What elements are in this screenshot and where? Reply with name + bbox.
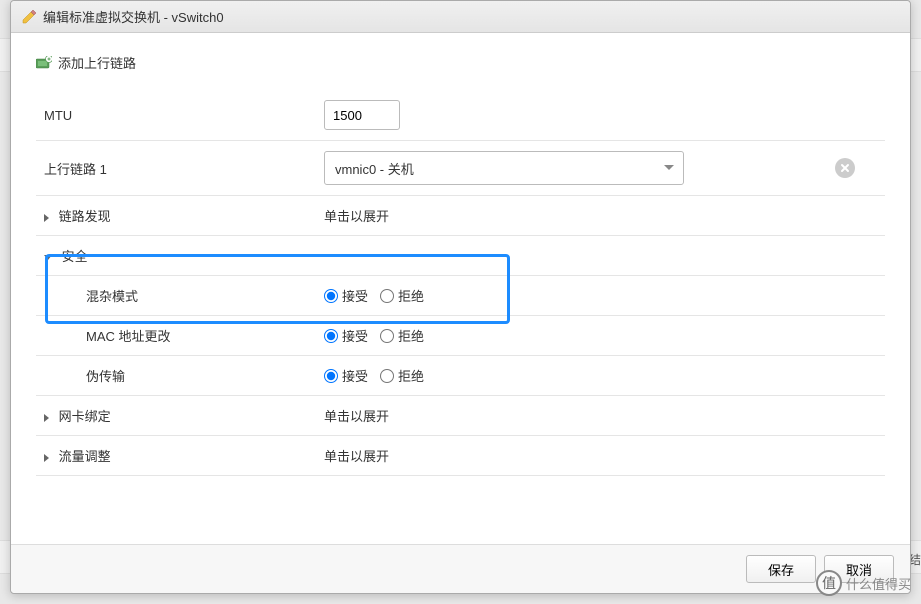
mac-changes-radio-group: 接受 拒绝: [324, 326, 877, 345]
uplink-select[interactable]: vmnic0 - 关机: [324, 151, 684, 185]
promiscuous-radio-group: 接受 拒绝: [324, 286, 877, 305]
dialog-title: 编辑标准虚拟交换机 - vSwitch0: [43, 7, 224, 26]
add-uplink-label: 添加上行链路: [58, 53, 136, 72]
shaping-label: 流量调整: [59, 449, 111, 464]
mac-accept-radio[interactable]: [324, 329, 338, 343]
forged-radio-group: 接受 拒绝: [324, 366, 877, 385]
mac-reject[interactable]: 拒绝: [380, 326, 424, 345]
forged-reject[interactable]: 拒绝: [380, 366, 424, 385]
forged-row: 伪传输 接受 拒绝: [36, 356, 885, 396]
promiscuous-reject-radio[interactable]: [380, 289, 394, 303]
uplink-label: 上行链路 1: [36, 141, 316, 196]
watermark: 值 什么值得买: [816, 570, 911, 596]
mac-reject-radio[interactable]: [380, 329, 394, 343]
link-discovery-label: 链路发现: [59, 209, 111, 224]
shaping-row: 流量调整 单击以展开: [36, 436, 885, 476]
caret-right-icon: [44, 414, 49, 422]
forged-label: 伪传输: [36, 356, 316, 396]
shaping-header[interactable]: 流量调整: [36, 436, 316, 476]
teaming-label: 网卡绑定: [59, 409, 111, 424]
watermark-icon: 值: [816, 570, 842, 596]
caret-right-icon: [44, 214, 49, 222]
pencil-icon: [21, 9, 37, 25]
add-uplink-action[interactable]: 添加上行链路: [36, 53, 885, 72]
caret-down-icon: [44, 255, 52, 260]
promiscuous-label: 混杂模式: [36, 276, 316, 316]
link-discovery-header[interactable]: 链路发现: [36, 196, 316, 236]
security-label: 安全: [62, 249, 88, 264]
promiscuous-accept-radio[interactable]: [324, 289, 338, 303]
uplink-row: 上行链路 1 vmnic0 - 关机: [36, 141, 885, 196]
mac-accept[interactable]: 接受: [324, 326, 368, 345]
caret-right-icon: [44, 454, 49, 462]
uplink-selected-value: vmnic0 - 关机: [335, 159, 414, 178]
link-discovery-row: 链路发现 单击以展开: [36, 196, 885, 236]
nic-add-icon: [36, 56, 52, 70]
promiscuous-accept[interactable]: 接受: [324, 286, 368, 305]
close-icon: [840, 163, 850, 173]
settings-table: MTU 上行链路 1 vmnic0 - 关机: [36, 90, 885, 476]
mac-changes-label: MAC 地址更改: [36, 316, 316, 356]
forged-accept[interactable]: 接受: [324, 366, 368, 385]
promiscuous-row: 混杂模式 接受 拒绝: [36, 276, 885, 316]
forged-accept-radio[interactable]: [324, 369, 338, 383]
shaping-expand-text[interactable]: 单击以展开: [316, 436, 885, 476]
forged-reject-radio[interactable]: [380, 369, 394, 383]
dialog-titlebar: 编辑标准虚拟交换机 - vSwitch0: [11, 1, 910, 33]
mtu-input[interactable]: [324, 100, 400, 130]
mtu-label: MTU: [36, 90, 316, 141]
watermark-text: 什么值得买: [846, 574, 911, 593]
mac-changes-row: MAC 地址更改 接受 拒绝: [36, 316, 885, 356]
link-discovery-expand-text[interactable]: 单击以展开: [316, 196, 885, 236]
teaming-header[interactable]: 网卡绑定: [36, 396, 316, 436]
teaming-expand-text[interactable]: 单击以展开: [316, 396, 885, 436]
edit-vswitch-dialog: 编辑标准虚拟交换机 - vSwitch0 添加上行链路 MTU 上行链路 1 v…: [10, 0, 911, 594]
mtu-row: MTU: [36, 90, 885, 141]
remove-uplink-button[interactable]: [835, 158, 855, 178]
chevron-down-icon: [664, 165, 674, 170]
dialog-content: 添加上行链路 MTU 上行链路 1 vmnic0 - 关机: [11, 33, 910, 544]
teaming-row: 网卡绑定 单击以展开: [36, 396, 885, 436]
security-header[interactable]: 安全: [36, 236, 885, 276]
security-row: 安全: [36, 236, 885, 276]
promiscuous-reject[interactable]: 拒绝: [380, 286, 424, 305]
dialog-footer: 保存 取消: [11, 544, 910, 593]
save-button[interactable]: 保存: [746, 555, 816, 583]
